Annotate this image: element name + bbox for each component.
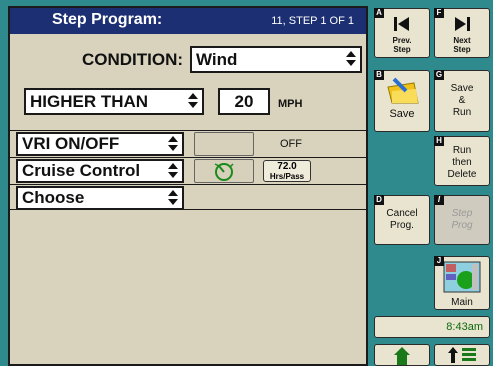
save-label: Save xyxy=(389,108,415,120)
skip-back-icon xyxy=(394,17,409,31)
vri-toggle-button[interactable] xyxy=(194,132,254,156)
select-arrows-icon xyxy=(168,136,178,151)
clock: 8:43am xyxy=(374,316,490,338)
cruise-rate-value: 72.0 xyxy=(277,161,297,172)
next-step-label: Next Step xyxy=(453,36,471,54)
speedometer-icon xyxy=(214,163,234,181)
save-and-run-label: Save & Run xyxy=(450,83,474,118)
prev-step-button[interactable]: A Prev. Step xyxy=(374,8,430,58)
home-icon xyxy=(394,347,410,365)
save-button[interactable]: B Save xyxy=(374,70,430,132)
action-select-cruise[interactable]: Cruise Control xyxy=(16,159,184,183)
menu-up-button[interactable] xyxy=(434,344,490,366)
next-step-button[interactable]: F Next Step xyxy=(434,8,490,58)
program-header: Step Program: 11, STEP 1 OF 1 xyxy=(10,8,366,34)
save-folder-icon xyxy=(387,77,419,104)
action-select-vri[interactable]: VRI ON/OFF xyxy=(16,132,184,156)
action-row-choose: Choose xyxy=(10,184,366,210)
cruise-speed-button[interactable] xyxy=(194,159,254,183)
action-name: Choose xyxy=(22,188,85,207)
action-row-vri: VRI ON/OFF OFF xyxy=(10,130,366,156)
home-button[interactable] xyxy=(374,344,430,366)
save-and-run-button[interactable]: G Save & Run xyxy=(434,70,490,132)
main-button[interactable]: J Main xyxy=(434,256,490,310)
threshold-input[interactable]: 20 xyxy=(218,88,270,115)
main-map-icon xyxy=(443,261,481,293)
softkey-letter: A xyxy=(374,8,384,18)
action-row-cruise: Cruise Control 72.0 Hrs/Pass xyxy=(10,157,366,183)
softkey-letter: D xyxy=(374,195,384,205)
condition-label: CONDITION: xyxy=(82,50,184,69)
action-name: Cruise Control xyxy=(22,161,141,180)
softkey-letter: H xyxy=(434,136,444,146)
comparator-value: HIGHER THAN xyxy=(30,92,149,111)
softkey-letter: B xyxy=(374,70,384,80)
condition-value: Wind xyxy=(196,50,238,69)
softkey-letter: I xyxy=(434,195,444,205)
step-program-button[interactable]: I Step Prog xyxy=(434,195,490,245)
cruise-rate-unit: Hrs/Pass xyxy=(269,172,305,181)
run-then-delete-label: Run then Delete xyxy=(447,145,477,180)
main-label: Main xyxy=(451,297,473,308)
select-arrows-icon xyxy=(168,163,178,178)
skip-forward-icon xyxy=(455,17,470,31)
select-arrows-icon xyxy=(188,93,198,108)
prev-step-label: Prev. Step xyxy=(392,36,412,54)
run-then-delete-button[interactable]: H Run then Delete xyxy=(434,136,490,186)
cancel-program-label: Cancel Prog. xyxy=(386,208,418,231)
softkey-letter: J xyxy=(434,256,444,266)
select-arrows-icon xyxy=(346,51,356,66)
softkey-letter: G xyxy=(434,70,444,80)
threshold-unit: MPH xyxy=(278,98,303,110)
vri-state: OFF xyxy=(280,138,302,150)
softkey-letter: F xyxy=(434,8,444,18)
cruise-rate-display[interactable]: 72.0 Hrs/Pass xyxy=(263,160,311,182)
condition-select[interactable]: Wind xyxy=(190,46,362,73)
cancel-program-button[interactable]: D Cancel Prog. xyxy=(374,195,430,245)
select-arrows-icon xyxy=(168,190,178,205)
action-name: VRI ON/OFF xyxy=(22,134,120,153)
action-select-choose[interactable]: Choose xyxy=(16,186,184,210)
comparator-select[interactable]: HIGHER THAN xyxy=(24,88,204,115)
step-indicator: 11, STEP 1 OF 1 xyxy=(271,15,354,27)
step-program-label: Step Prog xyxy=(451,208,473,231)
program-panel: Step Program: 11, STEP 1 OF 1 CONDITION:… xyxy=(8,6,368,366)
up-list-icon xyxy=(448,347,476,363)
page-title: Step Program: xyxy=(52,11,163,28)
